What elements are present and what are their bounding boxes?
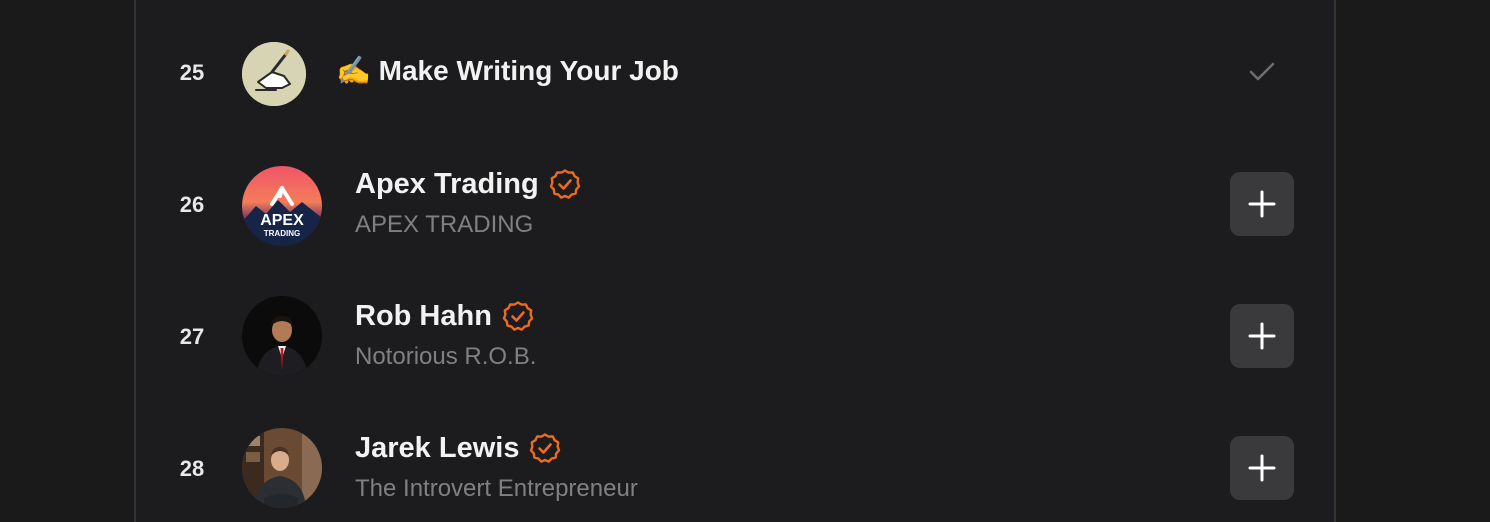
subscribe-button[interactable]	[1230, 436, 1294, 500]
publication-subtitle: Notorious R.O.B.	[355, 343, 537, 370]
verified-badge-icon	[530, 433, 561, 463]
avatar[interactable]	[242, 428, 322, 508]
verified-badge-icon	[502, 301, 534, 331]
author-name[interactable]: Apex Trading	[355, 167, 581, 201]
author-name[interactable]: Jarek Lewis	[355, 431, 561, 465]
author-name[interactable]: Rob Hahn	[355, 299, 534, 333]
author-name-label: Rob Hahn	[355, 300, 492, 332]
leaderboard-panel: 25 ✍️ Make Writing Your Job 26 APEX TRAD…	[134, 0, 1336, 522]
check-icon[interactable]	[1246, 56, 1278, 88]
publication-subtitle: The Introvert Entrepreneur	[355, 475, 638, 502]
plus-icon	[1248, 454, 1276, 482]
list-item[interactable]: 27 Rob Hahn Notorious R.O.B.	[136, 288, 1334, 388]
publication-avatar[interactable]	[242, 42, 306, 106]
avatar[interactable]: APEX TRADING	[242, 166, 322, 246]
publication-subtitle: APEX TRADING	[355, 211, 534, 238]
subscribe-button[interactable]	[1230, 304, 1294, 368]
plus-icon	[1248, 190, 1276, 218]
author-name-label: Jarek Lewis	[355, 432, 520, 464]
writing-hand-icon	[242, 42, 306, 106]
verified-badge-icon	[549, 169, 580, 199]
rank-number: 25	[179, 60, 205, 85]
author-name-label: Apex Trading	[355, 168, 539, 200]
list-item[interactable]: 26 APEX TRADING Apex Trading APEX TRADIN…	[136, 156, 1334, 256]
rank-number: 27	[179, 324, 205, 349]
subscribe-button[interactable]	[1230, 172, 1294, 236]
list-item[interactable]: 28 Jarek Lewis The Introvert Entrepreneu…	[136, 420, 1334, 520]
person-photo-icon	[242, 428, 322, 508]
avatar-logo-subtext: TRADING	[264, 229, 300, 238]
plus-icon	[1248, 322, 1276, 350]
rank-number: 26	[179, 192, 205, 217]
publication-title[interactable]: ✍️ Make Writing Your Job	[336, 54, 679, 88]
person-photo-icon	[242, 296, 322, 376]
apex-trading-logo-icon: APEX TRADING	[242, 166, 322, 246]
avatar[interactable]	[242, 296, 322, 376]
list-item[interactable]: 25 ✍️ Make Writing Your Job	[136, 24, 1334, 124]
avatar-logo-text: APEX	[260, 212, 304, 229]
rank-number: 28	[179, 456, 205, 481]
